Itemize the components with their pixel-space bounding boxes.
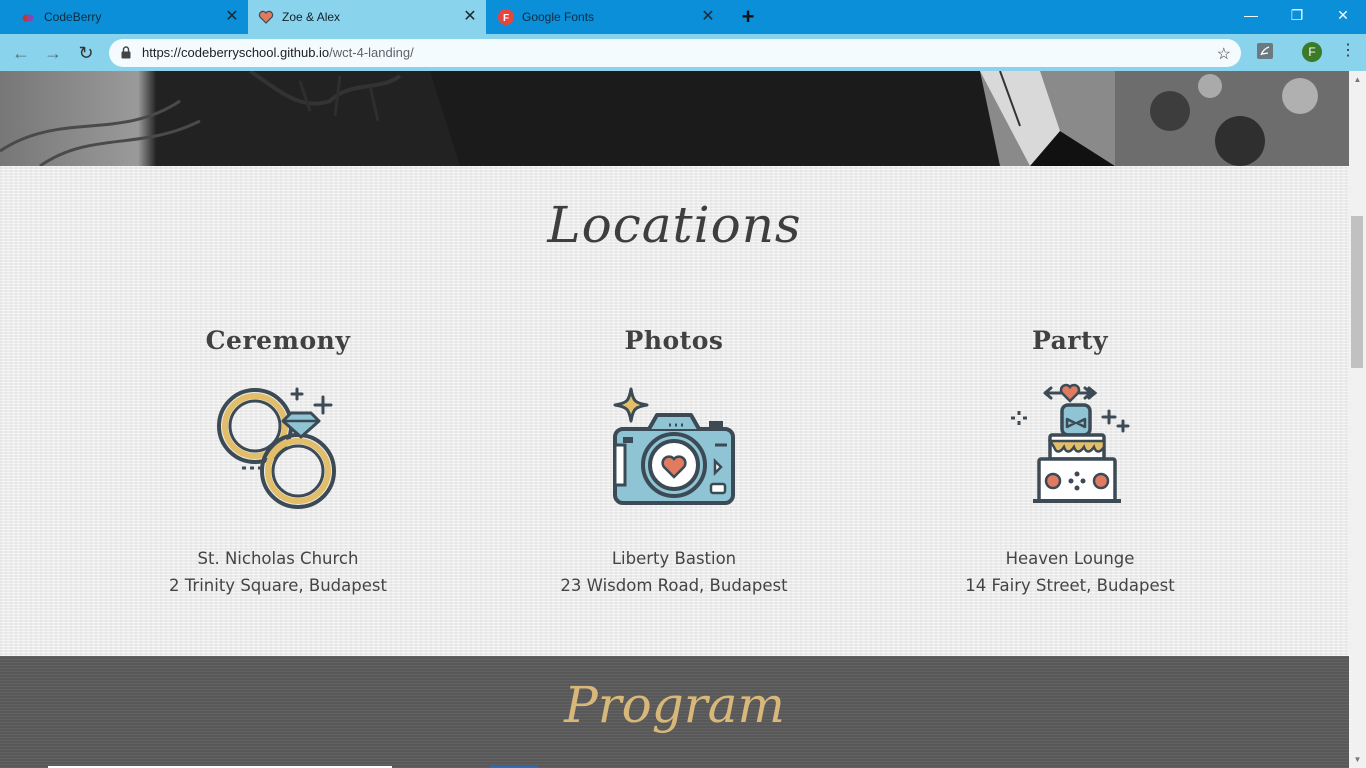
hero-photo (0, 71, 1349, 166)
location-address: 14 Fairy Street, Budapest (965, 576, 1175, 595)
location-address: 23 Wisdom Road, Budapest (560, 576, 788, 595)
locations-section: Locations Ceremony St. Nicholas Church 2… (0, 166, 1349, 656)
location-place: Liberty Bastion (611, 549, 737, 568)
location-card-party: Party Heaven Lounge 14 Fairy Street, Bud… (890, 326, 1250, 599)
tab-title: CodeBerry (44, 10, 102, 24)
tab-title: Zoe & Alex (282, 10, 341, 24)
location-heading: Party (1031, 326, 1109, 355)
restore-button[interactable]: ❐ (1274, 0, 1320, 30)
browser-menu-icon[interactable]: ⋮ (1340, 42, 1356, 62)
page-scrollbar[interactable]: ▲ ▼ (1349, 71, 1366, 768)
url-path: /wct-4-landing/ (329, 45, 414, 60)
lock-icon (121, 46, 131, 59)
tab-zoe-alex[interactable]: Zoe & Alex ✕ (248, 0, 486, 34)
back-button[interactable]: ← (8, 40, 34, 66)
scroll-down-arrow-icon[interactable]: ▼ (1349, 751, 1366, 768)
tab-bar: CodeBerry ✕ Zoe & Alex ✕ F Google Fonts … (0, 0, 1366, 34)
heart-favicon-icon (258, 9, 274, 25)
program-section: Program (0, 656, 1349, 768)
close-tab-icon[interactable]: ✕ (700, 9, 716, 25)
tab-codeberry[interactable]: CodeBerry ✕ (0, 0, 248, 34)
location-heading: Ceremony (205, 326, 351, 355)
codeberry-favicon-icon (20, 9, 36, 25)
close-tab-icon[interactable]: ✕ (462, 9, 478, 25)
close-window-button[interactable]: ✕ (1320, 0, 1366, 30)
location-card-ceremony: Ceremony St. Nicholas Church 2 Trinity S… (98, 326, 458, 599)
browser-toolbar: ← → ↻ https://codeberryschool.github.io/… (0, 34, 1366, 71)
wedding-rings-icon (213, 381, 343, 511)
url-text: https://codeberryschool.github.io/wct-4-… (142, 45, 414, 60)
scrollbar-thumb[interactable] (1351, 216, 1363, 368)
camera-icon (609, 381, 739, 511)
forward-button[interactable]: → (40, 40, 66, 66)
location-heading: Photos (624, 326, 724, 355)
minimize-button[interactable]: — (1228, 0, 1274, 30)
bookmark-star-icon[interactable]: ☆ (1217, 44, 1231, 64)
address-bar[interactable]: https://codeberryschool.github.io/wct-4-… (109, 39, 1241, 67)
tab-title: Google Fonts (522, 10, 595, 24)
tab-google-fonts[interactable]: F Google Fonts ✕ (486, 0, 724, 34)
reload-button[interactable]: ↻ (73, 40, 99, 66)
scroll-up-arrow-icon[interactable]: ▲ (1349, 71, 1366, 88)
locations-title: Locations (547, 196, 802, 254)
location-place: St. Nicholas Church (197, 549, 359, 568)
profile-avatar[interactable]: F (1302, 42, 1322, 62)
google-fonts-favicon-icon: F (498, 9, 514, 25)
program-title: Program (564, 676, 785, 734)
location-card-photos: Photos Liberty Bastion 23 Wisdom Road, B… (494, 326, 854, 599)
location-place: Heaven Lounge (1005, 549, 1135, 568)
wedding-cake-icon (1005, 381, 1135, 511)
url-host: https://codeberryschool.github.io (142, 45, 330, 60)
location-address: 2 Trinity Square, Budapest (169, 576, 387, 595)
new-tab-button[interactable]: + (737, 6, 759, 28)
pdf-extension-icon[interactable] (1256, 42, 1274, 60)
page-viewport: Locations Ceremony St. Nicholas Church 2… (0, 71, 1349, 768)
close-tab-icon[interactable]: ✕ (224, 9, 240, 25)
svg-text:F: F (503, 13, 509, 24)
